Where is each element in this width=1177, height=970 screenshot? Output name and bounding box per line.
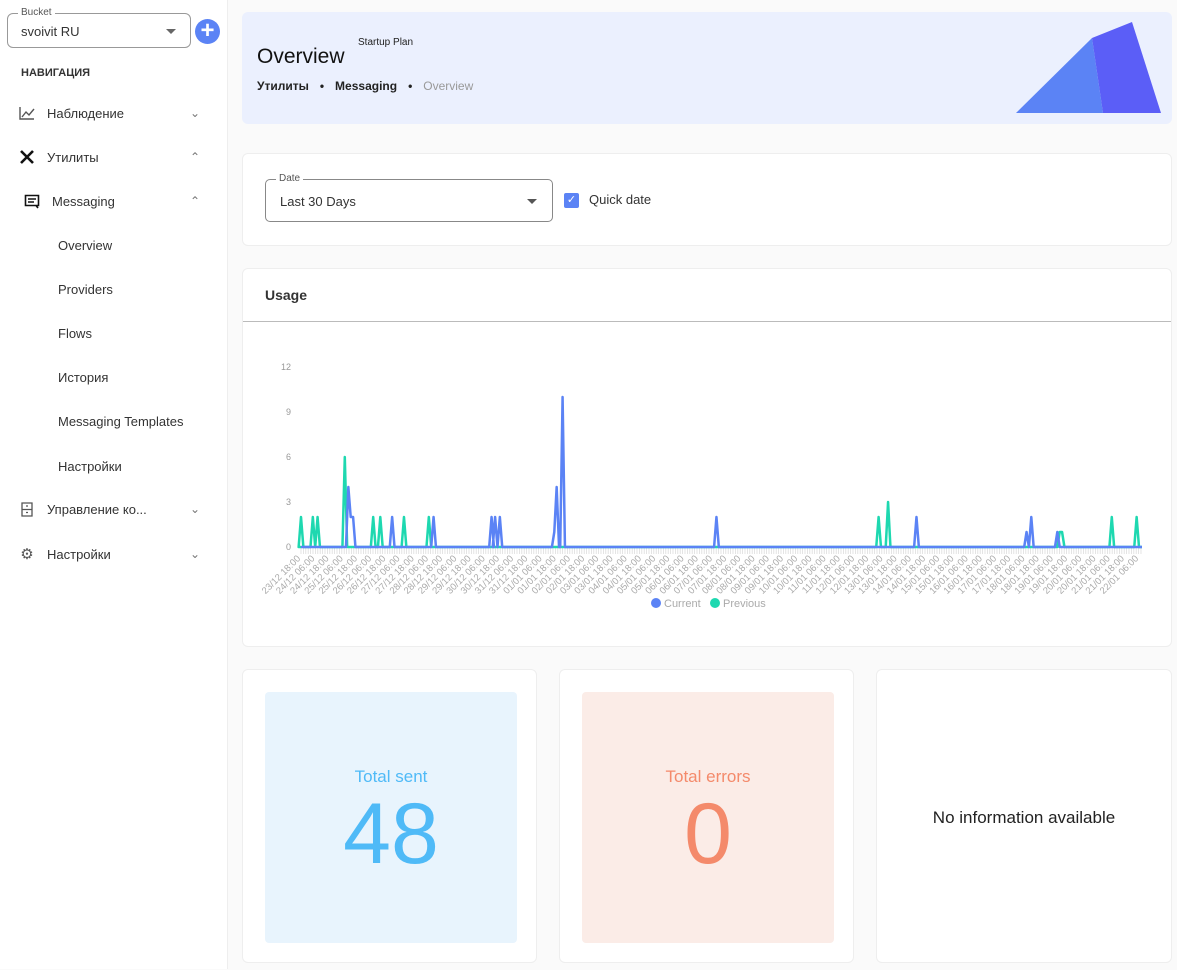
y-tick-label: 0 (286, 542, 291, 552)
legend-label-current: Current (664, 598, 701, 610)
series-line-previous (297, 455, 1142, 549)
total-errors-card: Total errors 0 (559, 669, 854, 963)
legend-label-previous: Previous (723, 598, 766, 610)
empty-card: No information available (876, 669, 1172, 963)
total-sent-panel: Total sent 48 (265, 692, 517, 943)
total-sent-value: 48 (343, 786, 439, 882)
y-tick-label: 9 (286, 407, 291, 417)
total-sent-card: Total sent 48 (242, 669, 537, 963)
y-tick-label: 12 (281, 362, 291, 372)
total-errors-label: Total errors (665, 767, 751, 786)
y-tick-label: 6 (286, 452, 291, 462)
total-sent-label: Total sent (354, 767, 428, 786)
legend-marker-previous (710, 598, 720, 608)
no-info-text: No information available (932, 808, 1116, 827)
legend-marker-current (651, 598, 661, 608)
total-errors-panel: Total errors 0 (582, 692, 834, 943)
total-errors-value: 0 (684, 786, 732, 882)
y-tick-label: 3 (286, 497, 291, 507)
usage-card: Usage 0 3 6 9 12 23/12 18:00 24/12 06:00 24/12 … (242, 268, 1172, 647)
